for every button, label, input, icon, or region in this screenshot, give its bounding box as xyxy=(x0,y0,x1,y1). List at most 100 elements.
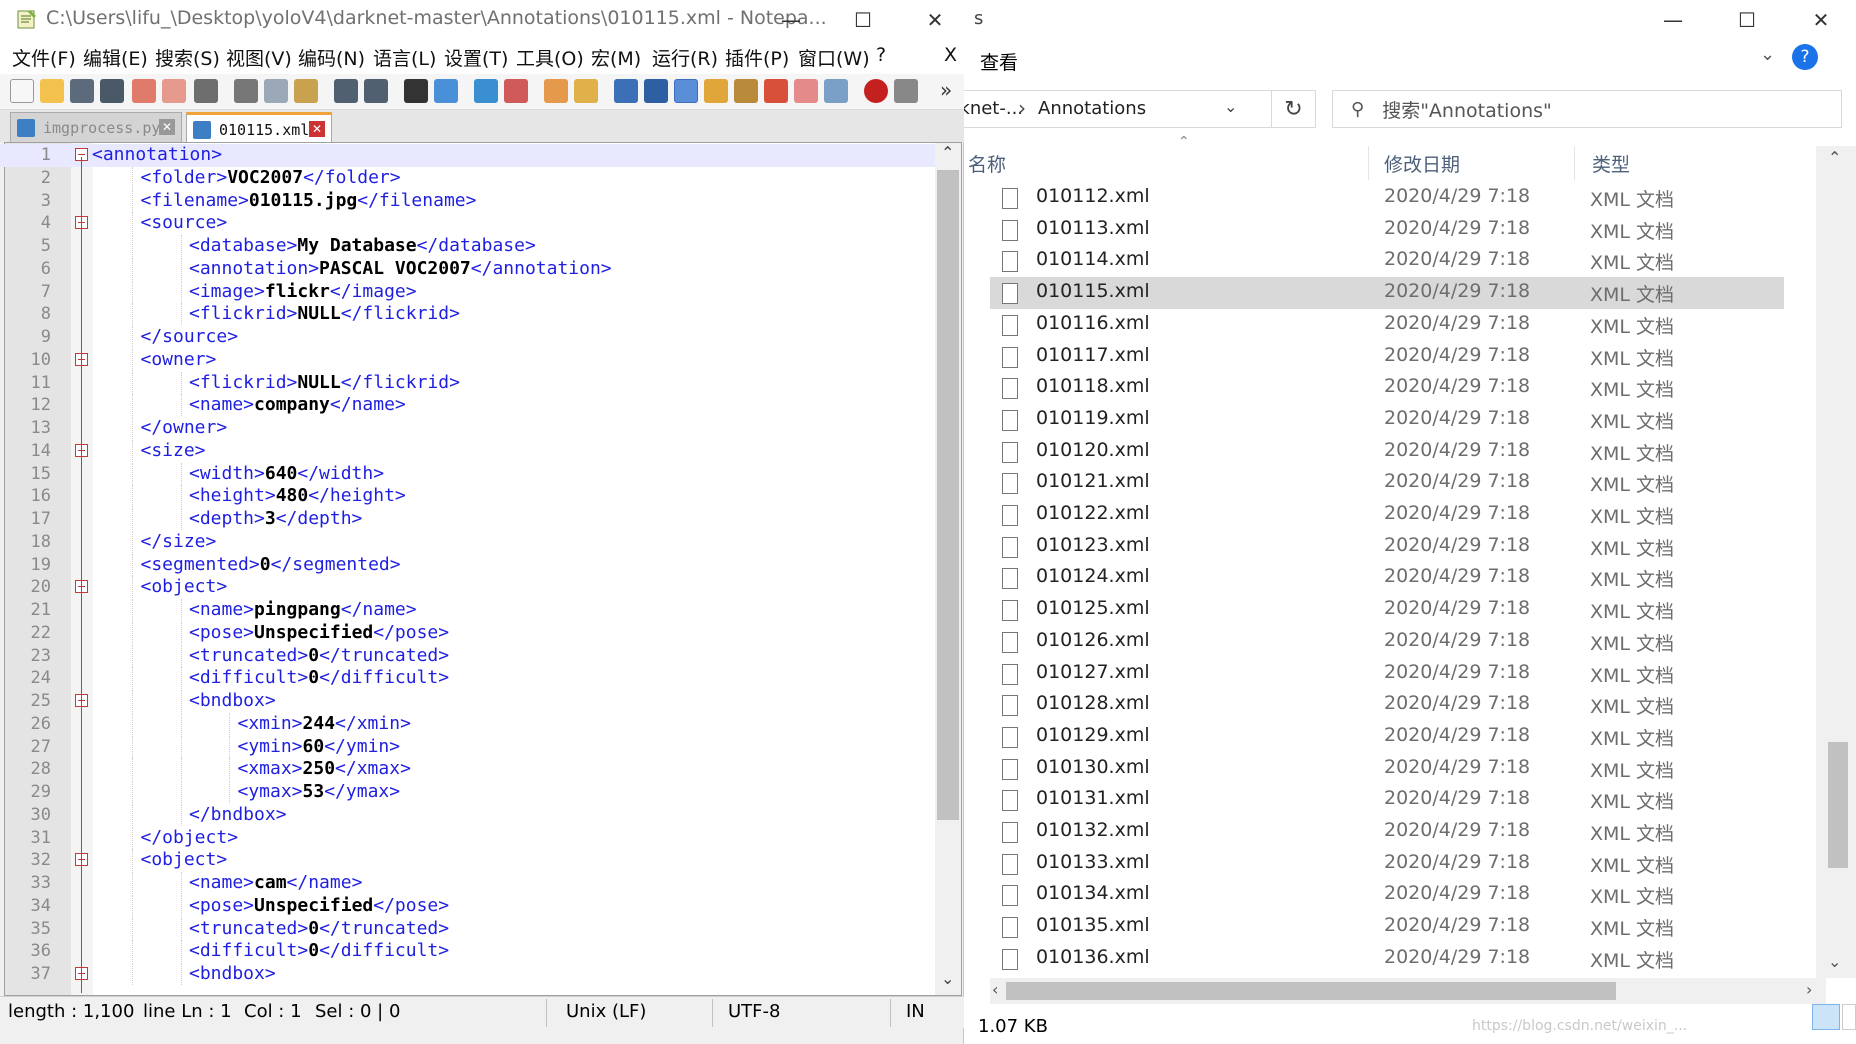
close-button[interactable]: ✕ xyxy=(898,0,972,40)
folder-as-workspace-icon[interactable] xyxy=(794,79,818,103)
explorer-horizontal-scroll-thumb[interactable] xyxy=(1006,982,1616,1000)
menu-window[interactable]: 窗口(W) xyxy=(798,44,870,71)
file-row[interactable]: 010127.xml 2020/4/29 7:18 XML 文档 xyxy=(990,658,1784,690)
explorer-vertical-scroll-thumb[interactable] xyxy=(1828,742,1848,868)
column-header-date[interactable]: 修改日期 xyxy=(1384,150,1460,177)
redo-icon[interactable] xyxy=(364,79,388,103)
column-divider[interactable] xyxy=(1368,146,1369,180)
file-row[interactable]: 010136.xml 2020/4/29 7:18 XML 文档 xyxy=(990,943,1784,975)
scroll-down-icon[interactable]: ⌄ xyxy=(1828,952,1841,971)
ribbon-expand-chevron-icon[interactable]: ⌄ xyxy=(1760,44,1775,65)
tab-010115-xml[interactable]: 010115.xml ✕ xyxy=(186,112,332,142)
save-icon[interactable] xyxy=(70,79,94,103)
address-dropdown-icon[interactable]: ⌄ xyxy=(1224,97,1237,116)
close-file-icon[interactable] xyxy=(132,79,156,103)
user-defined-language-icon[interactable] xyxy=(704,79,728,103)
minimize-button[interactable]: — xyxy=(754,0,828,40)
file-row[interactable]: 010125.xml 2020/4/29 7:18 XML 文档 xyxy=(990,594,1784,626)
file-row[interactable]: 010116.xml 2020/4/29 7:18 XML 文档 xyxy=(990,309,1784,341)
zoom-in-icon[interactable] xyxy=(474,79,498,103)
scroll-down-icon[interactable]: ⌄ xyxy=(941,969,954,988)
tab-close-icon[interactable]: ✕ xyxy=(309,121,325,137)
status-encoding[interactable]: UTF-8 xyxy=(728,1001,780,1022)
cut-icon[interactable] xyxy=(234,79,258,103)
file-row[interactable]: 010134.xml 2020/4/29 7:18 XML 文档 xyxy=(990,879,1784,911)
scroll-up-icon[interactable]: ⌃ xyxy=(1828,148,1841,167)
menu-search[interactable]: 搜索(S) xyxy=(155,44,220,71)
file-row[interactable]: 010123.xml 2020/4/29 7:18 XML 文档 xyxy=(990,531,1784,563)
file-row[interactable]: 010124.xml 2020/4/29 7:18 XML 文档 xyxy=(990,562,1784,594)
file-row[interactable]: 010128.xml 2020/4/29 7:18 XML 文档 xyxy=(990,689,1784,721)
menu-view[interactable]: 视图(V) xyxy=(226,44,292,71)
file-row[interactable]: 010122.xml 2020/4/29 7:18 XML 文档 xyxy=(990,499,1784,531)
indent-guide-icon[interactable] xyxy=(674,79,698,103)
toolbar-overflow-icon[interactable]: » xyxy=(940,78,952,102)
tab-close-icon[interactable]: ✕ xyxy=(159,119,175,135)
file-row[interactable]: 010129.xml 2020/4/29 7:18 XML 文档 xyxy=(990,721,1784,753)
record-macro-icon[interactable] xyxy=(864,79,888,103)
scroll-up-icon[interactable]: ⌃ xyxy=(941,143,954,162)
breadcrumb-current[interactable]: Annotations xyxy=(1038,98,1146,119)
ribbon-tab-view[interactable]: 查看 xyxy=(980,48,1018,75)
close-all-icon[interactable] xyxy=(162,79,186,103)
file-row[interactable]: 010126.xml 2020/4/29 7:18 XML 文档 xyxy=(990,626,1784,658)
undo-icon[interactable] xyxy=(334,79,358,103)
save-all-icon[interactable] xyxy=(100,79,124,103)
menu-plugins[interactable]: 插件(P) xyxy=(725,44,789,71)
large-icons-view-icon[interactable] xyxy=(1842,1004,1856,1030)
tab-imgprocess-py[interactable]: imgprocess.py ✕ xyxy=(10,112,182,142)
file-row[interactable]: 010112.xml 2020/4/29 7:18 XML 文档 xyxy=(990,182,1784,214)
file-row[interactable]: 010132.xml 2020/4/29 7:18 XML 文档 xyxy=(990,816,1784,848)
menu-run[interactable]: 运行(R) xyxy=(652,44,718,71)
help-icon[interactable]: ? xyxy=(1792,44,1818,70)
close-button[interactable]: ✕ xyxy=(1784,0,1856,40)
word-wrap-icon[interactable] xyxy=(614,79,638,103)
maximize-button[interactable]: ☐ xyxy=(826,0,900,40)
scroll-left-icon[interactable]: ‹ xyxy=(992,980,998,999)
paste-icon[interactable] xyxy=(294,79,318,103)
menu-file[interactable]: 文件(F) xyxy=(12,44,76,71)
column-header-type[interactable]: 类型 xyxy=(1592,150,1630,177)
function-list-icon[interactable] xyxy=(764,79,788,103)
file-row[interactable]: 010133.xml 2020/4/29 7:18 XML 文档 xyxy=(990,848,1784,880)
zoom-out-icon[interactable] xyxy=(504,79,528,103)
menu-encoding[interactable]: 编码(N) xyxy=(298,44,365,71)
sync-horizontal-icon[interactable] xyxy=(574,79,598,103)
file-row[interactable]: 010131.xml 2020/4/29 7:18 XML 文档 xyxy=(990,784,1784,816)
menu-help[interactable]: ? xyxy=(876,44,886,66)
column-header-name[interactable]: 名称 xyxy=(968,150,1006,177)
details-view-icon[interactable] xyxy=(1812,1004,1840,1030)
address-bar[interactable]: rknet-... › Annotations ⌄ xyxy=(952,90,1272,128)
editor-vertical-scroll-thumb[interactable] xyxy=(937,170,959,820)
close-document-button[interactable]: X xyxy=(944,44,957,66)
file-row[interactable]: 010115.xml 2020/4/29 7:18 XML 文档 xyxy=(990,277,1784,310)
menu-language[interactable]: 语言(L) xyxy=(373,44,436,71)
file-row[interactable]: 010117.xml 2020/4/29 7:18 XML 文档 xyxy=(990,341,1784,373)
status-eol[interactable]: Unix (LF) xyxy=(566,1001,646,1022)
file-row[interactable]: 010120.xml 2020/4/29 7:18 XML 文档 xyxy=(990,436,1784,468)
menu-edit[interactable]: 编辑(E) xyxy=(83,44,148,71)
file-row[interactable]: 010118.xml 2020/4/29 7:18 XML 文档 xyxy=(990,372,1784,404)
open-file-icon[interactable] xyxy=(40,79,64,103)
file-row[interactable]: 010113.xml 2020/4/29 7:18 XML 文档 xyxy=(990,214,1784,246)
maximize-button[interactable]: ☐ xyxy=(1710,0,1784,40)
menu-macro[interactable]: 宏(M) xyxy=(591,44,641,71)
print-icon[interactable] xyxy=(194,79,218,103)
search-input[interactable]: ⚲ 搜索"Annotations" xyxy=(1332,90,1842,128)
file-row[interactable]: 010130.xml 2020/4/29 7:18 XML 文档 xyxy=(990,753,1784,785)
refresh-button[interactable]: ↻ xyxy=(1272,90,1316,128)
stop-recording-icon[interactable] xyxy=(894,79,918,103)
copy-icon[interactable] xyxy=(264,79,288,103)
file-row[interactable]: 010121.xml 2020/4/29 7:18 XML 文档 xyxy=(990,467,1784,499)
new-file-icon[interactable] xyxy=(10,79,34,103)
find-icon[interactable] xyxy=(404,79,428,103)
code-view[interactable]: 1 <annotation> 2 <folder>VOC2007</folder> 3 <… xyxy=(0,143,936,995)
monitoring-icon[interactable] xyxy=(824,79,848,103)
show-all-characters-icon[interactable] xyxy=(644,79,668,103)
replace-icon[interactable] xyxy=(434,79,458,103)
menu-settings[interactable]: 设置(T) xyxy=(444,44,508,71)
file-row[interactable]: 010119.xml 2020/4/29 7:18 XML 文档 xyxy=(990,404,1784,436)
scroll-right-icon[interactable]: › xyxy=(1806,980,1812,999)
column-divider[interactable] xyxy=(1574,146,1575,180)
file-row[interactable]: 010114.xml 2020/4/29 7:18 XML 文档 xyxy=(990,245,1784,277)
